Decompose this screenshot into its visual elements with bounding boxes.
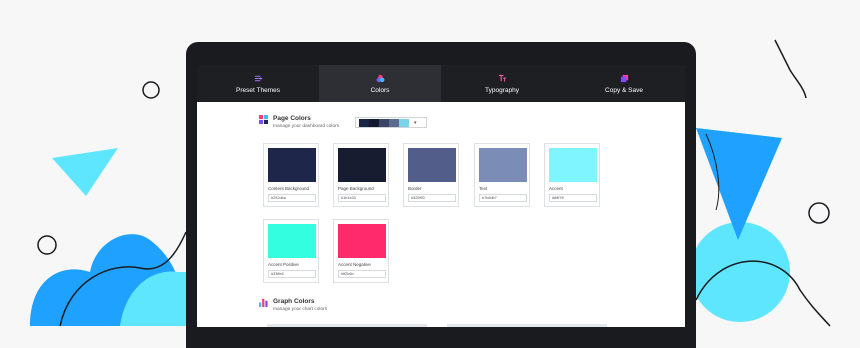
right-blue-triangle — [696, 128, 782, 240]
tab-label: Colors — [370, 86, 390, 94]
color-label: Accent — [549, 186, 563, 191]
graph-colors-header: Graph Colors manage your chart colors — [259, 298, 327, 312]
color-label: Accent Positive — [268, 262, 299, 267]
right-top-line — [774, 39, 807, 99]
top-navigation: Preset Themes Colors Typography Copy & S… — [197, 65, 685, 102]
color-card-text[interactable]: Text #7b8db7 — [474, 143, 530, 207]
right-cyan-circle — [690, 222, 790, 322]
palette-icon — [259, 115, 268, 124]
color-card-accent-positive[interactable]: Accent Positive #33ffe6 — [263, 219, 319, 283]
color-swatch[interactable] — [338, 224, 386, 258]
color-circles-icon — [376, 74, 384, 82]
color-swatch[interactable] — [479, 148, 527, 182]
color-swatch[interactable] — [268, 148, 316, 182]
page-colors-title: Page Colors — [273, 115, 311, 122]
color-swatch[interactable] — [338, 148, 386, 182]
page-colors-header: Page Colors manage your dashboard colors — [259, 115, 339, 129]
hex-input[interactable]: #1b1e33 — [338, 194, 386, 202]
graph-color-row — [267, 324, 427, 327]
bar-chart-icon — [259, 298, 268, 307]
graph-colors-subtitle: manage your chart colors — [273, 307, 328, 312]
color-card-accent-negative[interactable]: Accent Negative #ff2b6b — [333, 219, 389, 283]
hex-input[interactable]: #7b8db7 — [479, 194, 527, 202]
color-card-border[interactable]: Border #525f90 — [403, 143, 459, 207]
tab-label: Typography — [485, 86, 519, 94]
hex-input[interactable]: #252d4a — [268, 194, 316, 202]
tab-label: Copy & Save — [605, 86, 643, 94]
left-circle-top — [142, 81, 160, 99]
hex-input[interactable]: #88f7ff — [549, 194, 597, 202]
app-screen: Preset Themes Colors Typography Copy & S… — [197, 65, 685, 327]
color-swatch[interactable] — [549, 148, 597, 182]
tab-typography[interactable]: Typography — [441, 65, 563, 102]
list-arrow-icon — [254, 75, 263, 81]
left-circle-bottom — [37, 235, 57, 255]
graph-color-row — [447, 324, 607, 327]
color-swatch[interactable] — [268, 224, 316, 258]
color-card-page-background[interactable]: Page Background #1b1e33 — [333, 143, 389, 207]
copy-icon — [620, 74, 628, 82]
palette-swatch — [389, 118, 399, 127]
right-circle — [808, 202, 830, 224]
tab-copy-save[interactable]: Copy & Save — [563, 65, 685, 102]
color-card-accent[interactable]: Accent #88f7ff — [544, 143, 600, 207]
left-cyan-triangle — [52, 148, 118, 196]
palette-swatch — [369, 118, 379, 127]
palette-dropdown[interactable]: ▾ — [355, 117, 427, 128]
palette-swatch — [379, 118, 389, 127]
tab-preset-themes[interactable]: Preset Themes — [197, 65, 319, 102]
color-label: Content Background — [268, 186, 310, 191]
color-label: Border — [408, 186, 422, 191]
hex-input[interactable]: #33ffe6 — [268, 270, 316, 278]
graph-colors-title: Graph Colors — [273, 298, 315, 305]
tab-colors[interactable]: Colors — [319, 65, 441, 102]
chevron-down-icon: ▾ — [414, 119, 417, 126]
tab-label: Preset Themes — [236, 86, 280, 94]
color-card-content-background[interactable]: Content Background #252d4a — [263, 143, 319, 207]
palette-swatch — [399, 118, 409, 127]
palette-swatch — [359, 118, 369, 127]
hex-input[interactable]: #ff2b6b — [338, 270, 386, 278]
type-icon — [498, 74, 506, 82]
color-label: Text — [479, 186, 488, 191]
color-swatch[interactable] — [408, 148, 456, 182]
color-label: Page Background — [338, 186, 374, 191]
hex-input[interactable]: #525f90 — [408, 194, 456, 202]
page-colors-subtitle: manage your dashboard colors — [273, 124, 340, 129]
color-label: Accent Negative — [338, 262, 371, 267]
